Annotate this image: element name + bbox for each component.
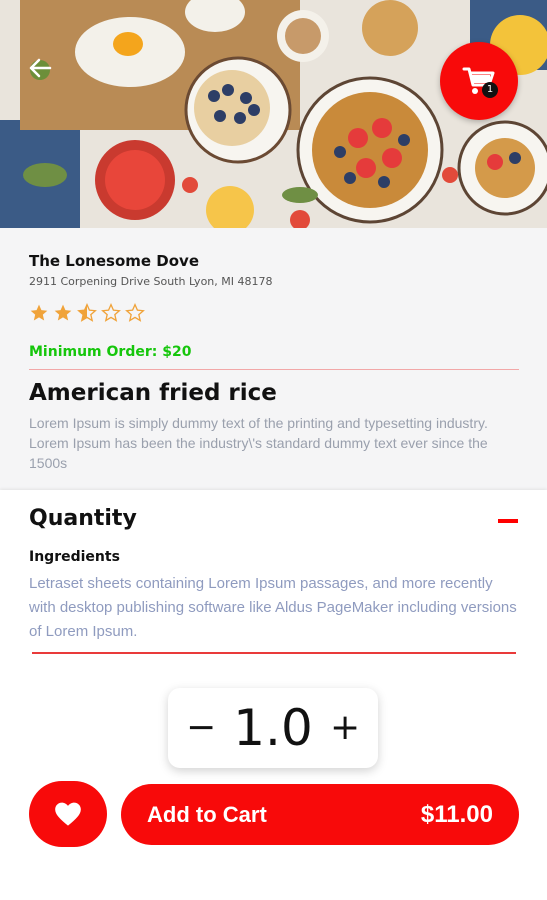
minus-icon bbox=[498, 519, 518, 523]
dish-description: Lorem Ipsum is simply dummy text of the … bbox=[29, 415, 488, 471]
heart-icon bbox=[55, 802, 81, 826]
add-to-cart-button[interactable]: Add to Cart $11.00 bbox=[121, 784, 519, 845]
price-label: $11.00 bbox=[420, 800, 493, 828]
collapse-button[interactable] bbox=[498, 514, 522, 528]
decrement-button[interactable]: − bbox=[186, 710, 216, 746]
restaurant-info-panel: The Lonesome Dove 2911 Corpening Drive S… bbox=[0, 228, 547, 490]
ingredients-heading: Ingredients bbox=[29, 549, 120, 565]
rating-stars bbox=[29, 303, 145, 323]
divider bbox=[29, 369, 519, 370]
star-full-icon bbox=[30, 304, 48, 321]
dish-title: American fried rice bbox=[29, 380, 277, 406]
minimum-order-text: Minimum Order: $20 bbox=[29, 344, 192, 360]
quantity-section: Quantity Ingredients Letraset sheets con… bbox=[0, 490, 547, 900]
star-empty-icon bbox=[101, 303, 121, 322]
add-to-cart-label: Add to Cart bbox=[147, 801, 267, 827]
star-full-icon bbox=[54, 304, 72, 321]
restaurant-address: 2911 Corpening Drive South Lyon, MI 4817… bbox=[29, 275, 273, 288]
quantity-heading: Quantity bbox=[29, 506, 137, 531]
favorite-button[interactable] bbox=[29, 781, 107, 847]
restaurant-name: The Lonesome Dove bbox=[29, 252, 199, 270]
quantity-stepper: − 1.0 + bbox=[168, 688, 378, 768]
increment-button[interactable]: + bbox=[330, 710, 360, 746]
quantity-value: 1.0 bbox=[233, 699, 313, 757]
dish-hero-image: 1 bbox=[0, 0, 547, 228]
star-half-icon bbox=[77, 303, 97, 322]
cart-button[interactable]: 1 bbox=[440, 42, 518, 120]
divider bbox=[32, 652, 516, 654]
arrow-left-icon bbox=[29, 58, 52, 78]
star-empty-icon bbox=[125, 303, 145, 322]
back-button[interactable] bbox=[22, 52, 58, 84]
ingredients-text: Letraset sheets containing Lorem Ipsum p… bbox=[29, 575, 517, 640]
cart-count-badge: 1 bbox=[482, 82, 498, 98]
